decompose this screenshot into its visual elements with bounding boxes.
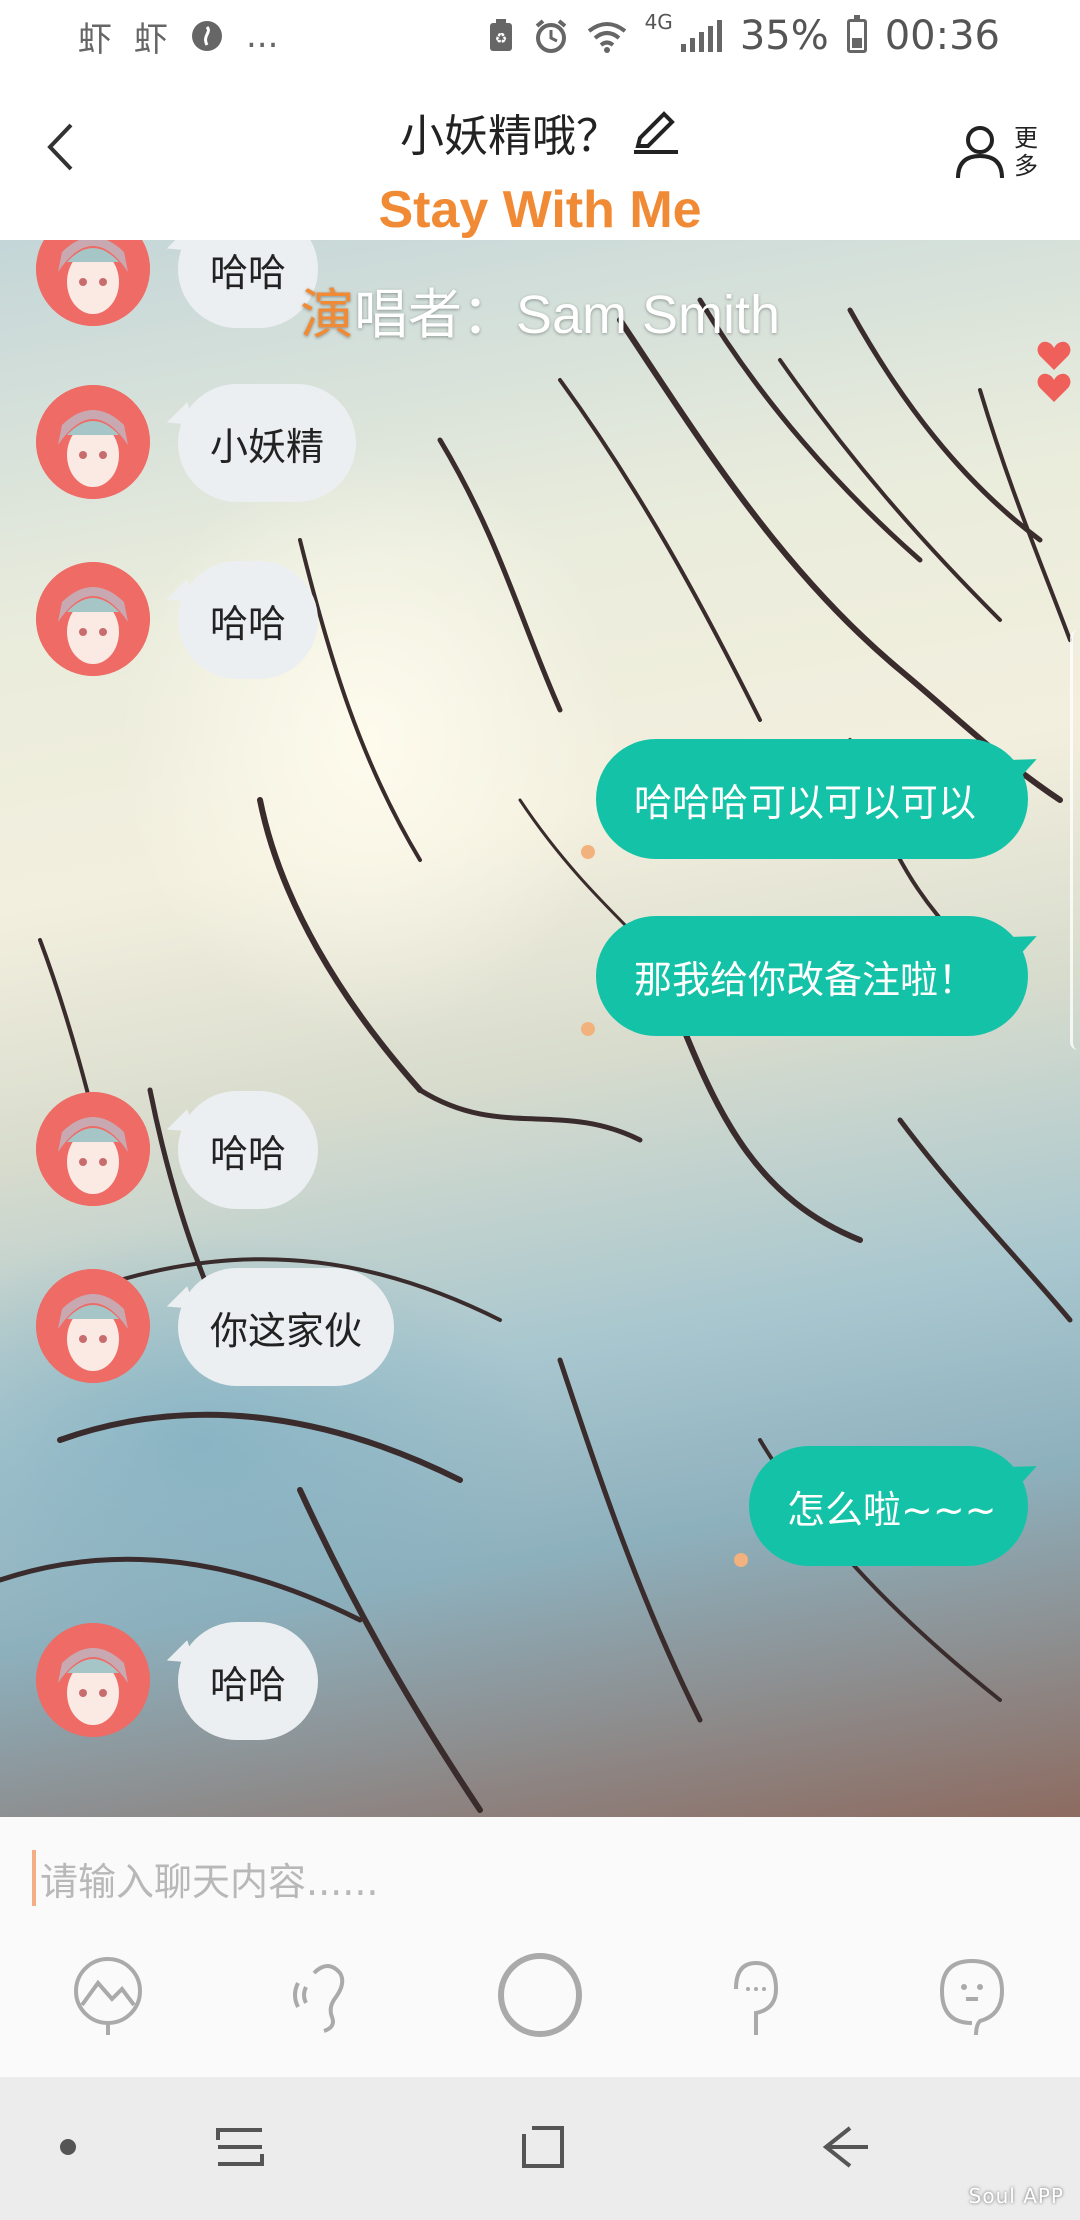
voice-icon [293, 1964, 345, 2033]
network-type: 4G [644, 10, 673, 34]
person-icon [956, 126, 1004, 179]
status-right: ♻ 4G 35% 00:36 [487, 10, 1000, 62]
anime-avatar-icon [36, 385, 150, 499]
message-bubble-incoming[interactable]: 你这家伙 [178, 1268, 395, 1386]
home-icon [522, 2126, 564, 2168]
chat-title: 小妖精哦？ [400, 111, 620, 162]
chat-area[interactable]: 演唱者：Sam Smith 哈哈 小妖精 哈哈 哈哈哈可以可以可以 那我给你改备… [0, 240, 1080, 1817]
message-bubble-incoming[interactable]: 小妖精 [178, 384, 357, 502]
read-status-dot [734, 1553, 748, 1567]
heart-icon [1037, 341, 1071, 370]
message-bubble-outgoing[interactable]: 那我给你改备注啦！ [596, 916, 1028, 1036]
emoji-icon [939, 1958, 1005, 2036]
message-bubble-incoming[interactable]: 哈哈 [178, 1622, 319, 1740]
anime-avatar-icon [36, 1623, 150, 1737]
alarm-icon [533, 18, 569, 54]
chat-input[interactable]: 请输入聊天内容...... [32, 1843, 1032, 1913]
image-icon [74, 1957, 142, 2035]
status-bar: 虾 虾 ... ♻ 4G 35% 00:36 [0, 0, 1080, 72]
avatar[interactable] [36, 562, 150, 676]
voice-button[interactable] [274, 1945, 374, 2045]
dot-icon [60, 2139, 76, 2155]
title-row[interactable]: 小妖精哦？ [0, 100, 1080, 164]
read-status-dot [581, 845, 595, 859]
avatar[interactable] [36, 1269, 150, 1383]
text-cursor [32, 1850, 36, 1906]
avatar[interactable] [36, 1623, 150, 1737]
input-toolbar [0, 1945, 1080, 2055]
status-left: 虾 虾 ... [78, 10, 278, 62]
input-area: 请输入聊天内容...... [0, 1817, 1080, 2077]
flame-icon [190, 19, 224, 53]
shrimp-app-icon: 虾 [78, 19, 112, 60]
scrollbar[interactable] [1070, 630, 1080, 1050]
more-button[interactable]: 更多 [954, 124, 1040, 180]
image-button[interactable] [58, 1945, 158, 2045]
edit-pencil-icon[interactable] [632, 108, 680, 156]
message-bubble-outgoing[interactable]: 哈哈哈可以可以可以 [596, 739, 1028, 859]
message-bubble-incoming[interactable]: 哈哈 [178, 561, 319, 679]
shrimp-app-icon: 虾 [134, 19, 168, 60]
chat-input-placeholder: 请输入聊天内容...... [40, 1859, 379, 1904]
more-label: 更多 [1014, 124, 1038, 180]
back-icon [822, 2126, 868, 2168]
chat-header: 小妖精哦？ 更多 Stay With Me [0, 72, 1080, 240]
anime-avatar-icon [36, 1269, 150, 1383]
singer-line-text: 唱者：Sam Smith [353, 285, 781, 345]
recent-apps-icon [216, 2128, 264, 2166]
mic-icon [734, 1960, 779, 2035]
emoji-button[interactable] [922, 1945, 1022, 2045]
singer-line-first-char: 演 [299, 285, 354, 345]
clock: 00:36 [884, 13, 1000, 59]
watermark: Soul APP [968, 2184, 1064, 2208]
battery-percent: 35% [739, 13, 829, 59]
avatar[interactable] [36, 385, 150, 499]
recent-apps-button[interactable] [200, 2107, 280, 2187]
message-bubble-outgoing[interactable]: 怎么啦~~~ [749, 1446, 1028, 1566]
circle-icon [498, 1953, 582, 2037]
like-hearts[interactable] [1036, 340, 1072, 404]
heart-icon [1037, 373, 1071, 402]
signal-icon [680, 20, 722, 52]
record-button[interactable] [490, 1945, 590, 2045]
anime-avatar-icon [36, 1092, 150, 1206]
back-nav-button[interactable] [806, 2107, 886, 2187]
wifi-icon [587, 19, 627, 53]
home-button[interactable] [503, 2107, 583, 2187]
more-notifications: ... [246, 16, 279, 56]
song-title: Stay With Me [378, 181, 702, 239]
svg-text:♻: ♻ [494, 31, 507, 47]
read-status-dot [581, 1022, 595, 1036]
battery-icon [846, 15, 867, 53]
avatar[interactable] [36, 1092, 150, 1206]
nav-dot-button[interactable] [28, 2107, 108, 2187]
anime-avatar-icon [36, 562, 150, 676]
singer-line: 演唱者：Sam Smith [0, 270, 1080, 349]
mic-button[interactable] [706, 1945, 806, 2045]
message-bubble-incoming[interactable]: 哈哈 [178, 1091, 319, 1209]
system-nav-bar: Soul APP [0, 2077, 1080, 2220]
battery-saver-icon: ♻ [487, 19, 515, 53]
